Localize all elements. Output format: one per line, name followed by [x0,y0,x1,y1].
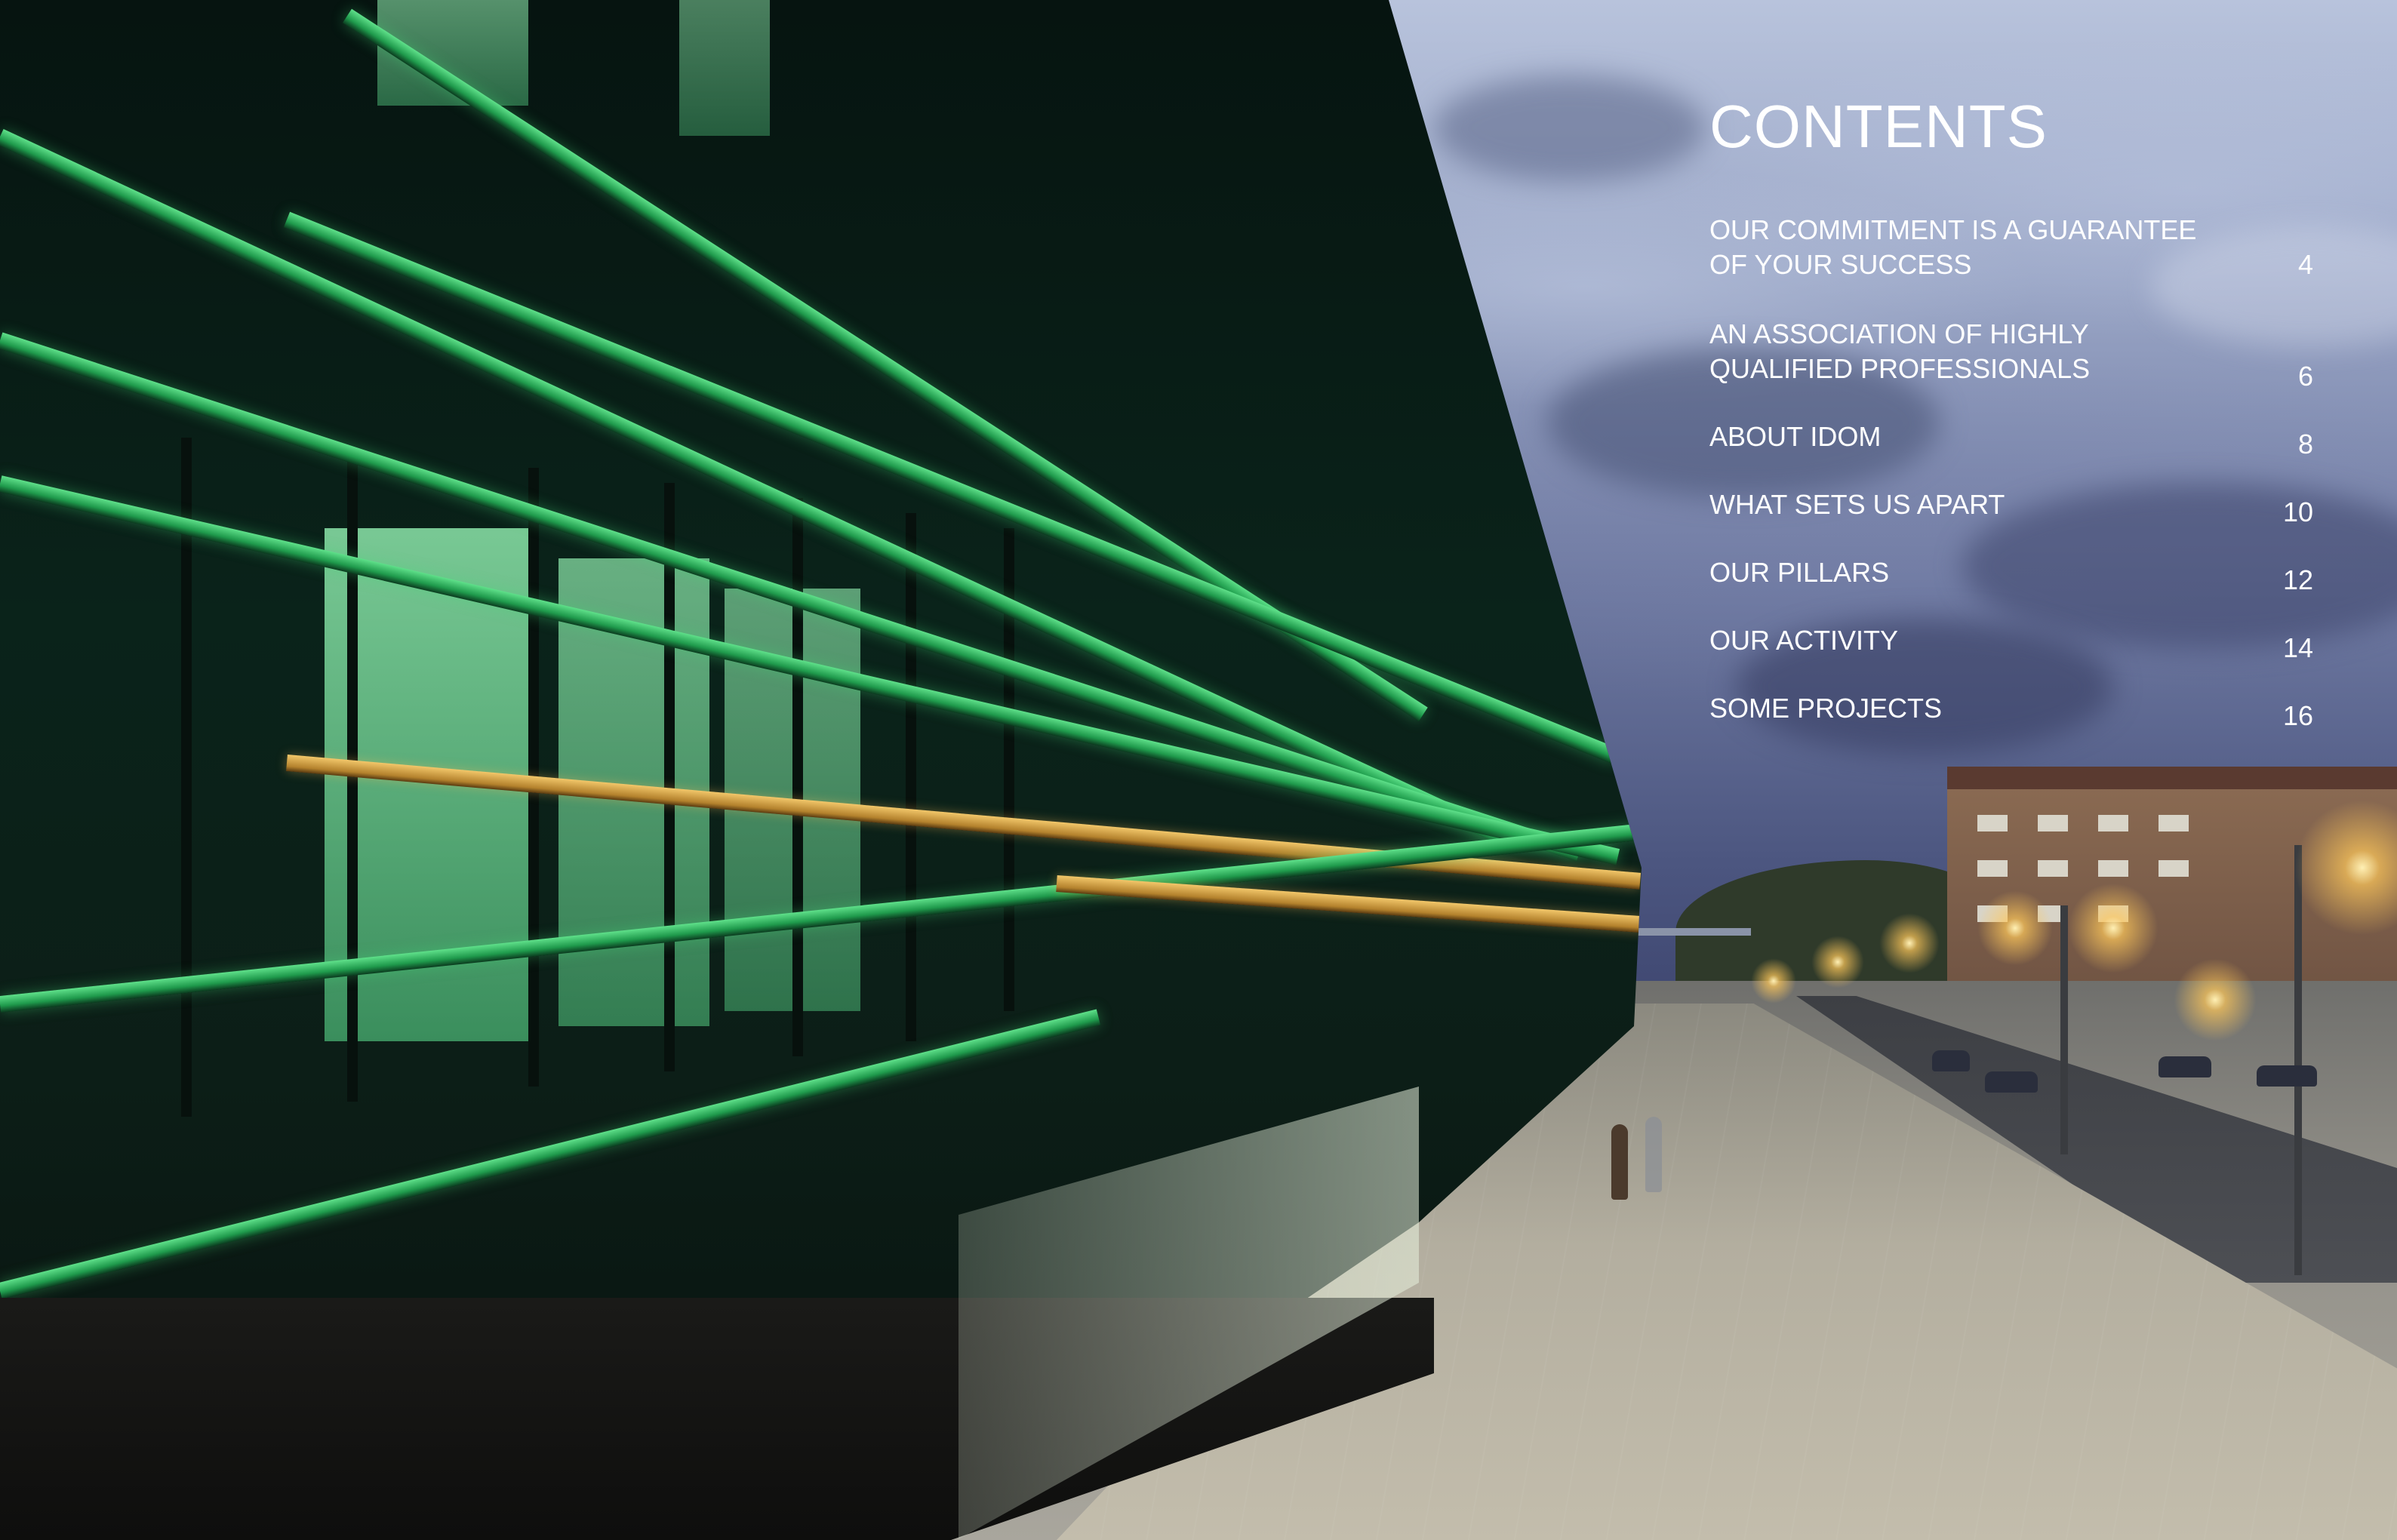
contents-entry[interactable]: AN ASSOCIATION OF HIGHLY QUALIFIED PROFE… [1709,317,2313,392]
street-light-glow [2068,883,2159,973]
street-light-pole [2060,905,2068,1154]
street-light-pole [2294,845,2302,1275]
contents-entry-label: OUR COMMITMENT IS A GUARANTEE OF YOUR SU… [1709,214,2197,280]
street-light-glow [1811,936,1864,988]
mullion [181,438,192,1117]
contents-entry-label: SOME PROJECTS [1709,693,1943,724]
pedestrian [1645,1117,1662,1192]
street-light-glow [1879,913,1940,973]
distant-bridge [1623,928,1751,936]
window [2159,860,2189,877]
table-of-contents: CONTENTS OUR COMMITMENT IS A GUARANTEE O… [1709,91,2313,731]
contents-heading: CONTENTS [1709,93,2048,160]
contents-entry-page: 4 [2297,249,2313,280]
mullion [906,513,916,1041]
contents-entry-page: 12 [2282,564,2313,595]
contents-entry-label: AN ASSOCIATION OF HIGHLY QUALIFIED PROFE… [1709,318,2091,384]
pedestrian [1611,1124,1628,1200]
parked-car [1985,1071,2038,1093]
window [2159,815,2189,831]
contents-entry-label: OUR PILLARS [1709,557,1890,588]
street-light-glow [2174,958,2257,1041]
window [2098,860,2128,877]
window [1977,860,2008,877]
contents-page: CONTENTS OUR COMMITMENT IS A GUARANTEE O… [0,0,2397,1540]
contents-entry[interactable]: ABOUT IDOM 8 [1709,420,2313,460]
window [2038,860,2068,877]
contents-entry-page: 14 [2282,632,2313,663]
contents-entry-label: WHAT SETS US APART [1709,489,2005,520]
parked-car [2257,1065,2317,1087]
contents-entry-page: 6 [2297,361,2313,392]
facade-louver [0,1009,1101,1299]
window [1977,815,2008,831]
contents-entry-page: 16 [2282,700,2313,731]
facade-louver-lit [1056,875,1642,933]
contents-entry[interactable]: WHAT SETS US APART 10 [1709,487,2313,527]
contents-entry[interactable]: OUR COMMITMENT IS A GUARANTEE OF YOUR SU… [1709,213,2313,282]
parked-car [2159,1056,2211,1077]
contents-entry-label: OUR ACTIVITY [1709,625,1899,656]
window [2038,815,2068,831]
glass-panel [679,0,770,136]
parked-car [1932,1050,1970,1071]
contents-entry[interactable]: OUR PILLARS 12 [1709,555,2313,595]
window [2098,815,2128,831]
contents-entry-label: ABOUT IDOM [1709,421,1882,452]
contents-entry-page: 10 [2282,496,2313,527]
mullion [664,483,675,1071]
contents-entry[interactable]: SOME PROJECTS 16 [1709,691,2313,731]
street-light-glow [1977,890,2053,966]
street-light-glow [1751,958,1796,1004]
cloud [1434,75,1706,181]
contents-entry-page: 8 [2297,429,2313,460]
mullion [792,498,803,1056]
contents-entry[interactable]: OUR ACTIVITY 14 [1709,623,2313,663]
